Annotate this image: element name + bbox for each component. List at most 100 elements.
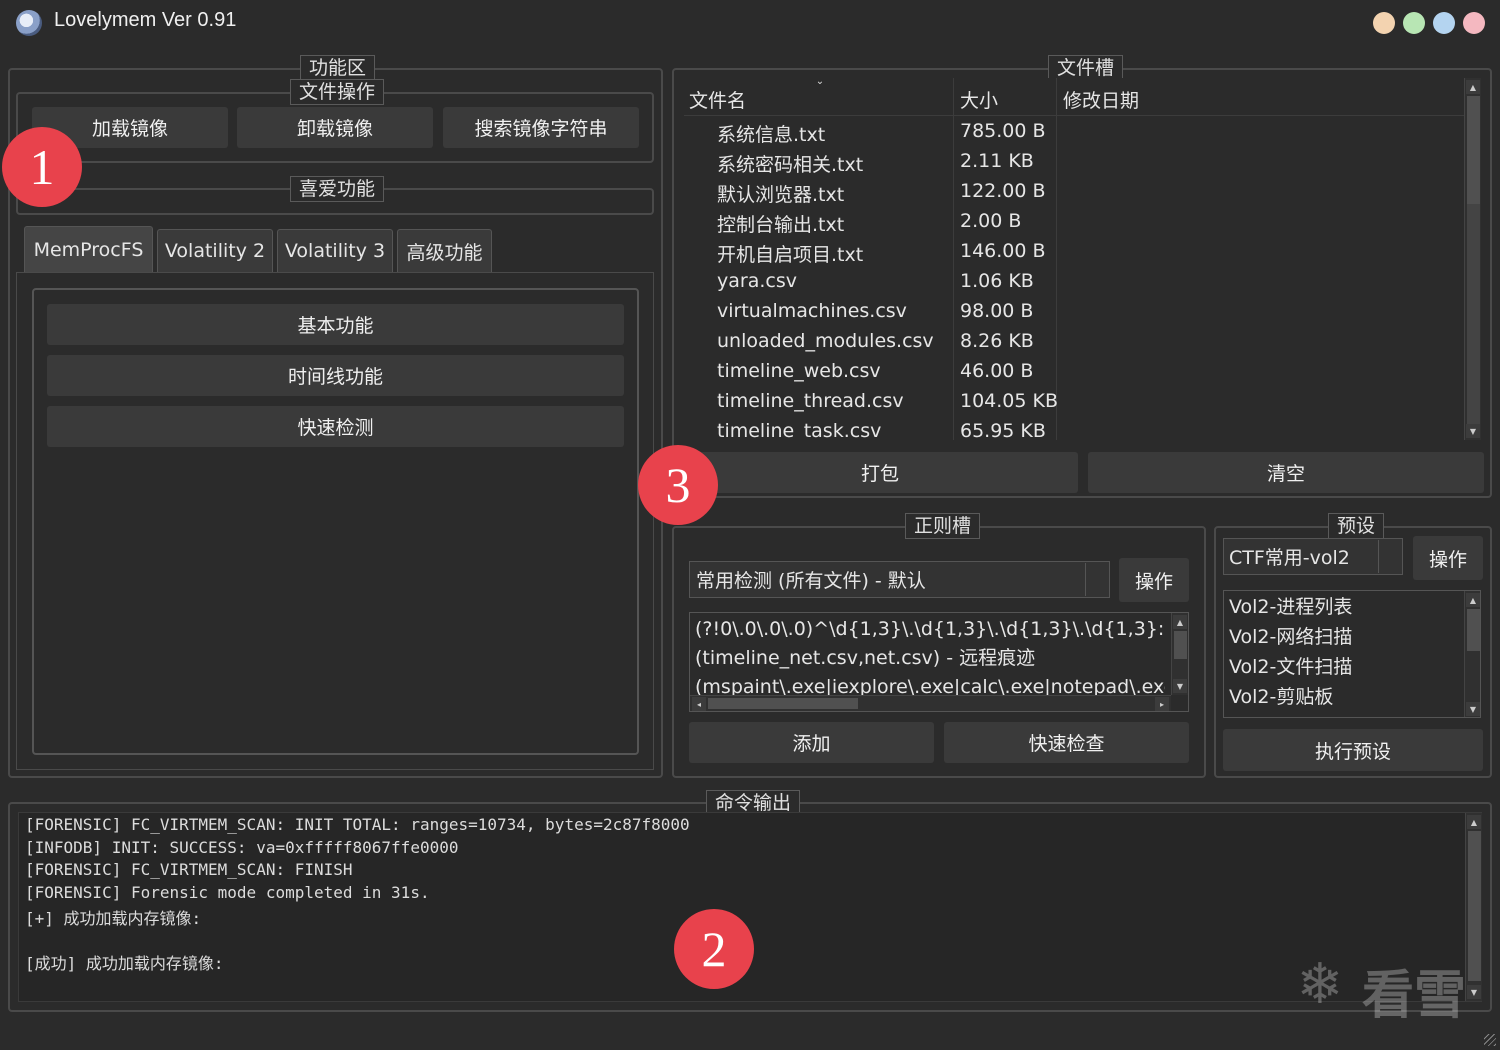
file-row-name[interactable]: virtualmachines.csv	[717, 300, 907, 322]
window-close-button[interactable]	[1463, 12, 1485, 34]
preset-list-item[interactable]: Vol2-文件扫描	[1229, 652, 1352, 682]
add-regex-button[interactable]: 添加	[689, 722, 934, 763]
regex-vscroll[interactable]: ▲ ▼	[1171, 613, 1188, 695]
clear-button[interactable]: 清空	[1088, 452, 1484, 493]
scroll-thumb[interactable]	[1174, 631, 1187, 659]
tab-memprocfs[interactable]: MemProcFS	[24, 226, 153, 272]
window-title: Lovelymem Ver 0.91	[54, 9, 237, 31]
file-row-size: 104.05 KB	[960, 390, 1059, 412]
preset-list-item[interactable]: Vol2-注册表	[1229, 712, 1352, 717]
basic-functions-button[interactable]: 基本功能	[47, 304, 624, 345]
file-row-name[interactable]: timeline_thread.csv	[717, 390, 904, 412]
file-row-size: 1.06 KB	[960, 270, 1034, 292]
scroll-up-icon[interactable]: ▲	[1466, 593, 1480, 607]
column-divider	[1056, 78, 1057, 440]
console-line: [FORENSIC] FC_VIRTMEM_SCAN: FINISH	[25, 860, 353, 879]
file-row-size: 785.00 B	[960, 120, 1046, 142]
console-line: [成功] 成功加载内存镜像:	[25, 954, 224, 973]
file-row-size: 122.00 B	[960, 180, 1046, 202]
scroll-down-icon[interactable]: ▼	[1466, 702, 1480, 716]
column-header-modified[interactable]: 修改日期	[1063, 86, 1139, 113]
preset-list-item[interactable]: Vol2-网络扫描	[1229, 622, 1352, 652]
regex-op-button[interactable]: 操作	[1119, 558, 1189, 602]
regex-preset-select[interactable]: 常用检测 (所有文件) - 默认	[689, 561, 1110, 598]
scroll-thumb[interactable]	[1468, 831, 1481, 981]
scroll-thumb[interactable]	[708, 698, 858, 709]
snowflake-watermark-icon: ❄	[1296, 952, 1344, 1017]
scroll-thumb[interactable]	[1467, 609, 1480, 651]
scroll-track[interactable]	[1467, 204, 1480, 424]
run-preset-button[interactable]: 执行预设	[1223, 729, 1483, 771]
preset-list: Vol2-进程列表Vol2-网络扫描Vol2-文件扫描Vol2-剪贴板Vol2-…	[1223, 590, 1481, 718]
pack-button[interactable]: 打包	[682, 452, 1078, 493]
column-header-size[interactable]: 大小	[960, 86, 998, 113]
file-row-name[interactable]: 系统信息.txt	[717, 120, 825, 147]
file-row-name[interactable]: unloaded_modules.csv	[717, 330, 934, 352]
watermark-text: 看雪	[1362, 966, 1467, 1026]
console-line: [+] 成功加载内存镜像:	[25, 909, 202, 928]
quick-check-button[interactable]: 快速检查	[944, 722, 1189, 763]
regex-text-area[interactable]: (?!0\.0\.0\.0)^\d{1,3}\.\d{1,3}\.\d{1,3}…	[689, 612, 1189, 712]
file-row-name[interactable]: timeline_task.csv	[717, 420, 881, 440]
file-row-size: 98.00 B	[960, 300, 1034, 322]
tab-volatility-3[interactable]: Volatility 3	[277, 229, 393, 272]
favorites-title: 喜爱功能	[290, 176, 385, 202]
preset-title: 预设	[1328, 513, 1385, 539]
console-line: [FORENSIC] Forensic mode completed in 31…	[25, 882, 430, 902]
app-logo-icon	[16, 10, 42, 36]
file-row-size: 46.00 B	[960, 360, 1034, 382]
file-row-name[interactable]: 默认浏览器.txt	[717, 180, 844, 207]
preset-list-item[interactable]: Vol2-进程列表	[1229, 592, 1352, 622]
regex-line: (?!0\.0\.0\.0)^\d{1,3}\.\d{1,3}\.\d{1,3}…	[695, 618, 1165, 640]
regex-hscroll[interactable]: ◂ ▸	[690, 695, 1171, 711]
file-row-name[interactable]: yara.csv	[717, 270, 797, 292]
file-row-name[interactable]: 开机自启项目.txt	[717, 240, 863, 267]
scroll-right-icon[interactable]: ▸	[1155, 697, 1169, 711]
window-minimize-button[interactable]	[1373, 12, 1395, 34]
file-row-size: 8.26 KB	[960, 330, 1034, 352]
tab-volatility-2[interactable]: Volatility 2	[157, 229, 273, 272]
file-row-name[interactable]: 系统密码相关.txt	[717, 150, 863, 177]
timeline-functions-button[interactable]: 时间线功能	[47, 355, 624, 396]
resize-grip-icon[interactable]	[1484, 1034, 1496, 1046]
scroll-thumb[interactable]	[1467, 96, 1480, 204]
column-divider	[953, 78, 954, 440]
scroll-down-icon[interactable]: ▼	[1466, 424, 1480, 438]
scroll-down-icon[interactable]: ▼	[1173, 679, 1187, 693]
regex-line: (timeline_net.csv,net.csv) - 远程痕迹	[695, 647, 1036, 669]
window-pin-button[interactable]	[1433, 12, 1455, 34]
scroll-down-icon[interactable]: ▼	[1467, 985, 1481, 999]
quick-detect-button[interactable]: 快速检测	[47, 406, 624, 447]
sort-chevron-icon: ⌄	[815, 78, 825, 87]
file-row-size: 2.00 B	[960, 210, 1022, 232]
file-row-name[interactable]: timeline_web.csv	[717, 360, 881, 382]
annotation-badge-2: 2	[674, 909, 754, 989]
column-header-name[interactable]: 文件名	[689, 86, 746, 113]
search-image-strings-button[interactable]: 搜索镜像字符串	[443, 107, 639, 148]
select-divider	[1378, 540, 1379, 573]
annotation-badge-1: 1	[2, 127, 82, 207]
tab-advanced[interactable]: 高级功能	[397, 229, 492, 272]
scroll-up-icon[interactable]: ▲	[1466, 80, 1480, 94]
preset-select[interactable]: CTF常用-vol2	[1223, 538, 1403, 575]
scroll-left-icon[interactable]: ◂	[692, 697, 706, 711]
preset-select-value: CTF常用-vol2	[1229, 547, 1350, 569]
window-maximize-button[interactable]	[1403, 12, 1425, 34]
preset-scrollbar[interactable]: ▲ ▼	[1464, 591, 1480, 717]
select-divider	[1085, 563, 1086, 596]
file-ops-title: 文件操作	[290, 79, 385, 105]
regex-slot-title: 正则槽	[905, 513, 981, 539]
scroll-up-icon[interactable]: ▲	[1467, 815, 1481, 829]
preset-op-button[interactable]: 操作	[1413, 536, 1483, 580]
file-row-size: 146.00 B	[960, 240, 1046, 262]
scroll-up-icon[interactable]: ▲	[1173, 615, 1187, 629]
console-line: [FORENSIC] FC_VIRTMEM_SCAN: INIT TOTAL: …	[25, 815, 690, 834]
file-table-scrollbar[interactable]: ▲ ▼	[1464, 78, 1481, 440]
console-output[interactable]: [FORENSIC] FC_VIRTMEM_SCAN: INIT TOTAL: …	[18, 812, 1482, 1002]
function-area-title: 功能区	[300, 55, 376, 81]
file-row-name[interactable]: 控制台输出.txt	[717, 210, 844, 237]
preset-list-item[interactable]: Vol2-剪贴板	[1229, 682, 1352, 712]
console-scrollbar[interactable]: ▲ ▼	[1465, 813, 1482, 1001]
unload-image-button[interactable]: 卸载镜像	[237, 107, 433, 148]
